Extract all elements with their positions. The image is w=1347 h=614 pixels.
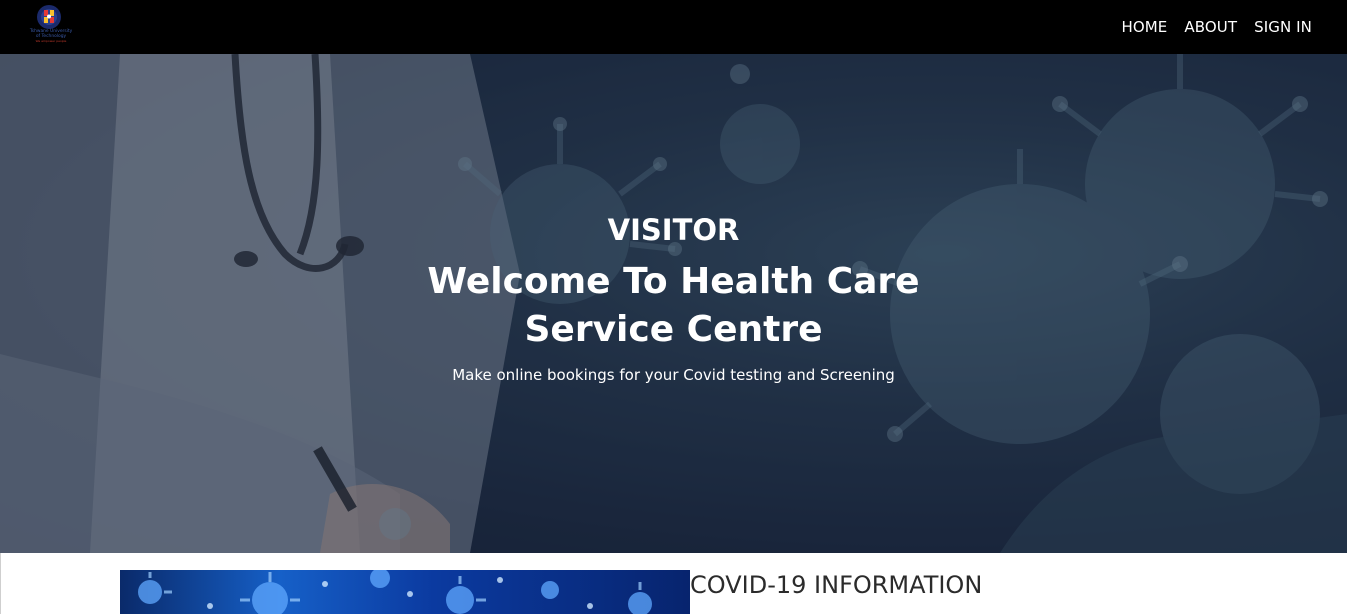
covid-info-section: COVID-19 INFORMATION <box>0 553 1347 614</box>
hero-banner: VISITOR Welcome To Health Care Service C… <box>0 54 1347 553</box>
logo-text: Tshwane University of Technology We empo… <box>24 29 78 44</box>
logo-text-line3: We empower people <box>35 39 67 43</box>
nav-home-link[interactable]: HOME <box>1121 18 1167 36</box>
hero-content: VISITOR Welcome To Health Care Service C… <box>340 210 1007 386</box>
hero-subtitle: Make online bookings for your Covid test… <box>452 366 895 384</box>
logo-emblem-icon <box>37 5 61 29</box>
university-logo[interactable]: Tshwane University of Technology We empo… <box>24 2 80 50</box>
nav-sign-in-link[interactable]: SIGN IN <box>1254 18 1312 36</box>
virus-illustration-icon <box>138 570 652 614</box>
nav-about-link[interactable]: ABOUT <box>1184 18 1237 36</box>
hero-kicker: VISITOR <box>607 213 740 247</box>
hero-title: Welcome To Health Care Service Centre <box>427 261 920 350</box>
top-navbar: Tshwane University of Technology We empo… <box>0 0 1347 54</box>
covid-info-heading: COVID-19 INFORMATION <box>690 571 983 599</box>
covid-virus-image <box>120 570 690 614</box>
main-nav: HOME ABOUT SIGN IN <box>1121 0 1312 54</box>
